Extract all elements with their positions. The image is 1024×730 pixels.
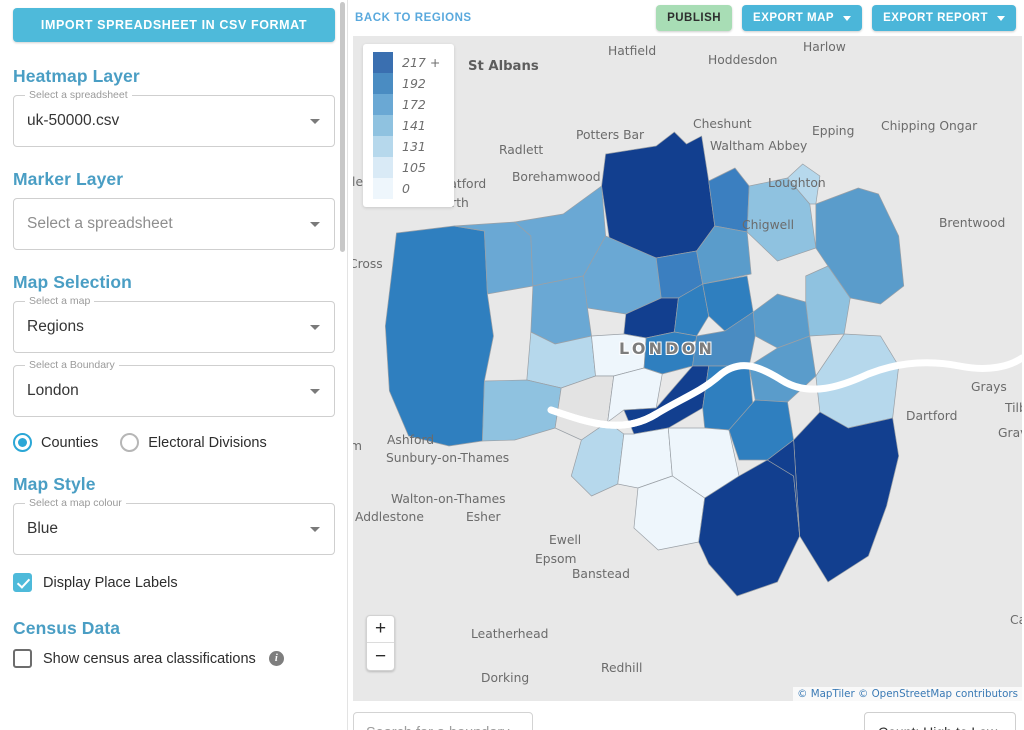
map-colour-label: Select a map colour [25, 497, 126, 509]
chevron-down-icon [310, 527, 320, 532]
export-map-button[interactable]: EXPORT MAP [742, 5, 862, 31]
import-spreadsheet-button[interactable]: IMPORT SPREADSHEET IN CSV FORMAT [13, 8, 335, 42]
back-to-regions-link[interactable]: BACK TO REGIONS [355, 12, 472, 24]
legend-swatch-0 [373, 52, 393, 73]
marker-spreadsheet-placeholder: Select a spreadsheet [27, 215, 173, 233]
boundary-search-input[interactable]: Search for a boundary [353, 712, 533, 730]
chevron-down-icon [997, 16, 1005, 21]
marker-spreadsheet-select[interactable]: Select a spreadsheet [13, 198, 335, 250]
heatmap-spreadsheet-value: uk-50000.csv [27, 112, 119, 130]
legend-swatch-2 [373, 94, 393, 115]
boundary-select[interactable]: Select a Boundary London [13, 365, 335, 417]
map-bottom-bar: Search for a boundary Count: High to Low [353, 701, 1022, 730]
map-toolbar: BACK TO REGIONS PUBLISH EXPORT MAP EXPOR… [348, 0, 1024, 36]
legend-swatch-1 [373, 73, 393, 94]
legend-labels: 217 +1921721411311050 [402, 52, 440, 199]
legend-swatches [373, 52, 393, 199]
chevron-down-icon [310, 222, 320, 227]
sort-order-select[interactable]: Count: High to Low [864, 712, 1016, 730]
map-canvas[interactable]: HatfieldSt AlbansHoddesdonHarlowCheshunt… [353, 36, 1022, 701]
boundary-type-radio-group: Counties Electoral Divisions [13, 433, 334, 452]
heatmap-layer-title: Heatmap Layer [13, 66, 334, 87]
display-place-labels-label: Display Place Labels [43, 575, 178, 591]
map-style-title: Map Style [13, 474, 334, 495]
map-selection-title: Map Selection [13, 272, 334, 293]
radio-electoral-divisions[interactable] [120, 433, 139, 452]
display-place-labels-row: Display Place Labels [13, 573, 334, 592]
legend-label-5: 105 [402, 157, 440, 178]
map-select-value: Regions [27, 318, 84, 336]
zoom-in-button[interactable]: + [367, 616, 394, 643]
show-census-classifications-checkbox[interactable] [13, 649, 32, 668]
legend-label-4: 131 [402, 136, 440, 157]
display-place-labels-checkbox[interactable] [13, 573, 32, 592]
chevron-down-icon [310, 325, 320, 330]
sidebar: IMPORT SPREADSHEET IN CSV FORMAT Heatmap… [0, 0, 348, 730]
boundary-select-label: Select a Boundary [25, 359, 119, 371]
legend-swatch-6 [373, 178, 393, 199]
legend-label-2: 172 [402, 94, 440, 115]
chevron-down-icon [310, 119, 320, 124]
legend-label-3: 141 [402, 115, 440, 136]
map-select-label: Select a map [25, 295, 94, 307]
census-row: Show census area classifications i [13, 649, 334, 668]
show-census-classifications-label: Show census area classifications [43, 651, 256, 667]
boundary-select-value: London [27, 382, 79, 400]
marker-layer-title: Marker Layer [13, 169, 334, 190]
radio-counties-label: Counties [41, 435, 98, 451]
chevron-down-icon [310, 389, 320, 394]
sort-order-value: Count: High to Low [878, 724, 997, 730]
map-panel: BACK TO REGIONS PUBLISH EXPORT MAP EXPOR… [348, 0, 1024, 730]
legend-label-6: 0 [402, 178, 440, 199]
app-root: IMPORT SPREADSHEET IN CSV FORMAT Heatmap… [0, 0, 1024, 730]
heatmap-spreadsheet-label: Select a spreadsheet [25, 89, 132, 101]
legend-swatch-3 [373, 115, 393, 136]
radio-counties[interactable] [13, 433, 32, 452]
radio-electoral-divisions-label: Electoral Divisions [148, 435, 266, 451]
map-legend: 217 +1921721411311050 [363, 44, 454, 207]
legend-swatch-5 [373, 157, 393, 178]
boundary-search-placeholder: Search for a boundary [366, 725, 509, 730]
map-colour-value: Blue [27, 520, 58, 538]
legend-swatch-4 [373, 136, 393, 157]
legend-label-1: 192 [402, 73, 440, 94]
heatmap-spreadsheet-select[interactable]: Select a spreadsheet uk-50000.csv [13, 95, 335, 147]
sidebar-scrollbar[interactable] [340, 2, 345, 252]
map-select[interactable]: Select a map Regions [13, 301, 335, 353]
zoom-out-button[interactable]: − [367, 643, 394, 670]
zoom-controls[interactable]: + − [366, 615, 395, 671]
chevron-down-icon [843, 16, 851, 21]
map-attribution[interactable]: © MapTiler © OpenStreetMap contributors [793, 687, 1022, 701]
export-report-button[interactable]: EXPORT REPORT [872, 5, 1016, 31]
info-icon[interactable]: i [269, 651, 284, 666]
publish-button[interactable]: PUBLISH [656, 5, 732, 31]
export-map-label: EXPORT MAP [753, 12, 834, 24]
map-colour-select[interactable]: Select a map colour Blue [13, 503, 335, 555]
export-report-label: EXPORT REPORT [883, 12, 988, 24]
census-data-title: Census Data [13, 618, 334, 639]
legend-label-0: 217 + [402, 52, 440, 73]
